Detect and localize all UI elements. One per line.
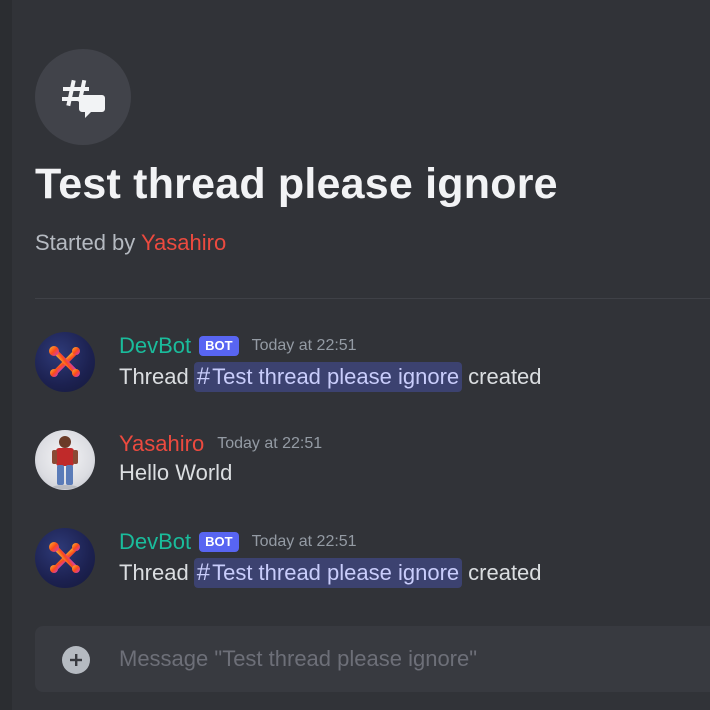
tools-icon [49, 542, 80, 573]
bot-tag: BOT [199, 532, 239, 552]
timestamp: Today at 22:51 [251, 533, 357, 550]
message-content: Thread # Test thread please ignore creat… [119, 558, 542, 588]
avatar[interactable] [35, 430, 95, 490]
started-by: Started by Yasahiro [35, 230, 226, 256]
thread-mention-label: Test thread please ignore [212, 560, 460, 585]
message-composer [35, 626, 710, 692]
avatar[interactable] [35, 332, 95, 392]
message-input[interactable] [119, 626, 699, 692]
tools-icon [49, 346, 80, 377]
message-text: created [468, 364, 542, 389]
thread-hash-icon [62, 79, 105, 118]
timestamp: Today at 22:51 [251, 337, 357, 354]
message-header: DevBot BOT Today at 22:51 [119, 528, 357, 556]
user-figure-icon [52, 436, 78, 489]
message-item: DevBot BOT Today at 22:51 Thread # Test … [0, 528, 710, 598]
thread-mention[interactable]: # Test thread please ignore [193, 362, 463, 392]
author-name[interactable]: DevBot [119, 333, 191, 359]
message-content: Hello World [119, 460, 232, 486]
message-text: Thread [119, 364, 189, 389]
hash-icon: # [196, 363, 211, 390]
thread-title: Test thread please ignore [35, 160, 558, 208]
plus-circle-icon [70, 654, 82, 666]
message-item: Yasahiro Today at 22:51 Hello World [0, 430, 710, 500]
started-by-label: Started by [35, 230, 136, 255]
message-text: created [468, 560, 542, 585]
starter-username[interactable]: Yasahiro [141, 230, 226, 255]
author-name[interactable]: Yasahiro [119, 431, 204, 457]
message-header: Yasahiro Today at 22:51 [119, 430, 322, 458]
divider [35, 298, 710, 299]
thread-mention[interactable]: # Test thread please ignore [193, 558, 463, 588]
thread-mention-label: Test thread please ignore [212, 364, 460, 389]
message-header: DevBot BOT Today at 22:51 [119, 332, 357, 360]
avatar[interactable] [35, 528, 95, 588]
thread-icon [35, 49, 131, 145]
hash-icon: # [196, 559, 211, 586]
message-content: Thread # Test thread please ignore creat… [119, 362, 542, 392]
message-item: DevBot BOT Today at 22:51 Thread # Test … [0, 332, 710, 402]
message-text: Hello World [119, 460, 233, 485]
bot-tag: BOT [199, 336, 239, 356]
timestamp: Today at 22:51 [217, 435, 323, 452]
author-name[interactable]: DevBot [119, 529, 191, 555]
message-text: Thread [119, 560, 189, 585]
add-attachment-button[interactable] [62, 646, 90, 674]
